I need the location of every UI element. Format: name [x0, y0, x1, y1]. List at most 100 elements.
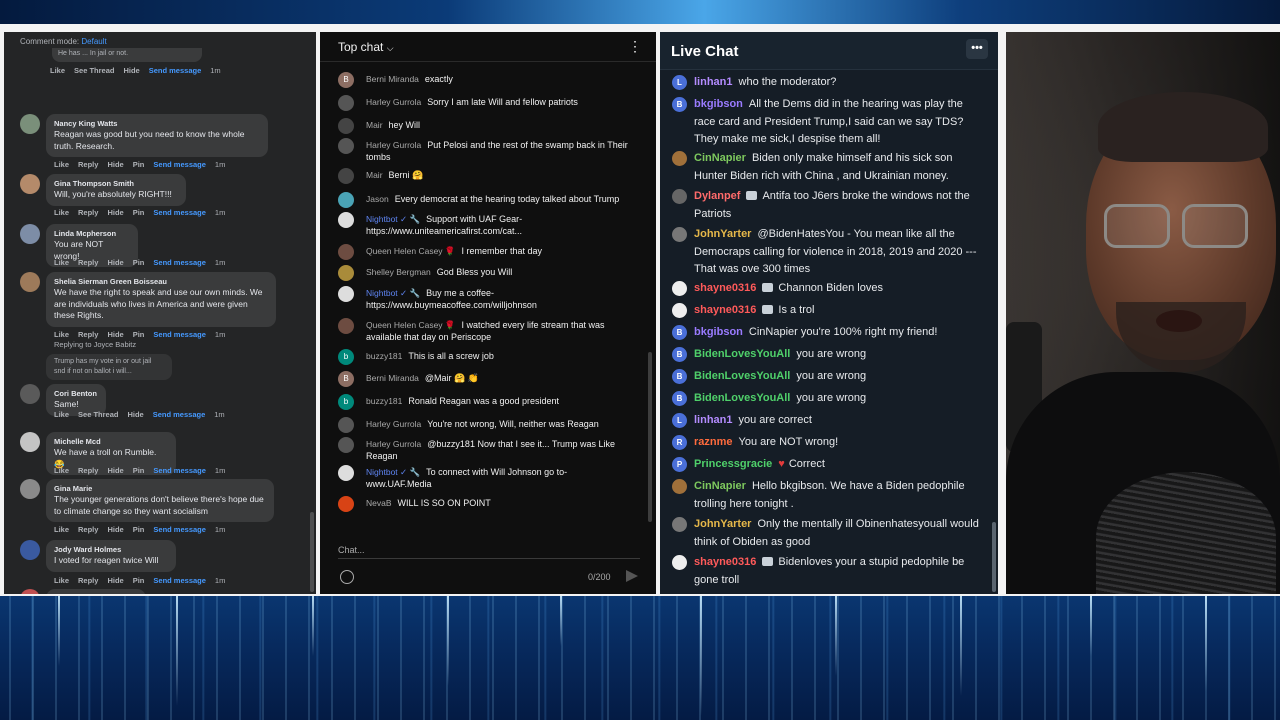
author-name[interactable]: Nightbot ✓ 🔧	[366, 288, 420, 298]
avatar[interactable]	[338, 496, 354, 512]
commenter-name[interactable]: Linda Mcpherson	[54, 228, 130, 239]
avatar[interactable]	[20, 114, 40, 134]
avatar[interactable]	[338, 465, 354, 481]
author-name[interactable]: linhan1	[694, 76, 733, 88]
commenter-name[interactable]: Nancy King Watts	[54, 118, 260, 129]
avatar[interactable]	[672, 479, 687, 494]
reply-link[interactable]: Reply	[78, 466, 98, 475]
hide-link[interactable]: Hide	[107, 525, 123, 534]
avatar[interactable]	[20, 174, 40, 194]
author-name[interactable]: shayne0316	[694, 556, 756, 568]
author-name[interactable]: CinNapier	[694, 152, 746, 164]
author-name[interactable]: bkgibson	[694, 326, 743, 338]
avatar[interactable]: B	[338, 371, 354, 387]
hide-link[interactable]: Hide	[107, 258, 123, 267]
like-link[interactable]: Like	[54, 576, 69, 585]
reply-link[interactable]: Reply	[78, 258, 98, 267]
avatar[interactable]	[20, 540, 40, 560]
send-message-link[interactable]: Send message	[153, 525, 206, 534]
avatar[interactable]	[672, 517, 687, 532]
send-message-link[interactable]: Send message	[153, 330, 206, 339]
commenter-name[interactable]: Jody Ward Holmes	[54, 544, 168, 555]
see-thread-link[interactable]: See Thread	[78, 410, 118, 419]
send-message-link[interactable]: Send message	[153, 208, 206, 217]
pin-link[interactable]: Pin	[133, 160, 145, 169]
avatar[interactable]	[20, 272, 40, 292]
author-name[interactable]: CinNapier	[694, 480, 746, 492]
send-icon[interactable]	[626, 570, 638, 582]
avatar[interactable]: b	[338, 349, 354, 365]
more-options-button[interactable]: •••	[966, 39, 988, 59]
author-name[interactable]: shayne0316	[694, 304, 756, 316]
author-name[interactable]: BidenLovesYouAll	[694, 392, 790, 404]
avatar[interactable]	[338, 95, 354, 111]
like-link[interactable]: Like	[54, 410, 69, 419]
top-chat-dropdown[interactable]: Top chat ⌵	[338, 40, 394, 54]
author-name[interactable]: Harley Gurrola	[366, 140, 421, 150]
like-link[interactable]: Like	[54, 258, 69, 267]
yt-scrollbar[interactable]	[648, 352, 652, 522]
more-vert-icon[interactable]: ⋮	[628, 38, 642, 55]
avatar[interactable]	[20, 432, 40, 452]
avatar[interactable]	[338, 168, 354, 184]
avatar[interactable]	[338, 212, 354, 228]
avatar[interactable]	[338, 265, 354, 281]
avatar[interactable]	[672, 281, 687, 296]
fb-scrollbar[interactable]	[310, 512, 314, 592]
avatar[interactable]	[338, 192, 354, 208]
author-name[interactable]: BidenLovesYouAll	[694, 348, 790, 360]
author-name[interactable]: Jason	[366, 194, 389, 204]
like-link[interactable]: Like	[54, 525, 69, 534]
author-name[interactable]: Dylanpef	[694, 190, 740, 202]
author-name[interactable]: buzzy181	[366, 396, 402, 406]
send-message-link[interactable]: Send message	[153, 466, 206, 475]
author-name[interactable]: BidenLovesYouAll	[694, 370, 790, 382]
commenter-name[interactable]: Cori Benton	[54, 388, 98, 399]
like-link[interactable]: Like	[54, 208, 69, 217]
pin-link[interactable]: Pin	[133, 208, 145, 217]
author-name[interactable]: Harley Gurrola	[366, 97, 421, 107]
reply-link[interactable]: Reply	[78, 208, 98, 217]
avatar[interactable]	[672, 151, 687, 166]
pin-link[interactable]: Pin	[133, 525, 145, 534]
author-name[interactable]: Harley Gurrola	[366, 439, 421, 449]
author-name[interactable]: raznme	[694, 436, 733, 448]
author-name[interactable]: Queen Helen Casey 🌹	[366, 320, 456, 330]
author-name[interactable]: shayne0316	[694, 282, 756, 294]
yt-chat-input[interactable]: Chat...	[338, 545, 365, 555]
avatar[interactable]	[338, 417, 354, 433]
pin-link[interactable]: Pin	[133, 258, 145, 267]
author-name[interactable]: JohnYarter	[694, 228, 751, 240]
hide-link[interactable]: Hide	[107, 330, 123, 339]
commenter-name[interactable]: Patricia Haag-Goode	[54, 593, 138, 594]
send-message-link[interactable]: Send message	[153, 258, 206, 267]
replying-to-label[interactable]: Replying to Joyce Babitz	[54, 340, 136, 349]
commenter-name[interactable]: Gina Thompson Smith	[54, 178, 178, 189]
commenter-name[interactable]: Shelia Sierman Green Boisseau	[54, 276, 268, 287]
author-name[interactable]: Berni Miranda	[366, 74, 419, 84]
send-message-link[interactable]: Send message	[153, 160, 206, 169]
avatar[interactable]	[338, 138, 354, 154]
emoji-icon[interactable]	[340, 570, 354, 584]
author-name[interactable]: Princessgracie	[694, 458, 772, 470]
reply-link[interactable]: Reply	[78, 525, 98, 534]
author-name[interactable]: buzzy181	[366, 351, 402, 361]
avatar[interactable]	[672, 227, 687, 242]
author-name[interactable]: Mair	[366, 170, 383, 180]
author-name[interactable]: Nightbot ✓ 🔧	[366, 467, 420, 477]
avatar[interactable]	[338, 286, 354, 302]
see-thread-link[interactable]: See Thread	[74, 66, 114, 75]
author-name[interactable]: Mair	[366, 120, 383, 130]
author-name[interactable]: linhan1	[694, 414, 733, 426]
avatar[interactable]	[338, 118, 354, 134]
reply-link[interactable]: Reply	[78, 330, 98, 339]
author-name[interactable]: Berni Miranda	[366, 373, 419, 383]
author-name[interactable]: JohnYarter	[694, 518, 751, 530]
avatar[interactable]: B	[672, 391, 687, 406]
like-link[interactable]: Like	[54, 330, 69, 339]
author-name[interactable]: Nightbot ✓ 🔧	[366, 214, 420, 224]
avatar[interactable]	[672, 555, 687, 570]
avatar[interactable]: B	[672, 325, 687, 340]
author-name[interactable]: bkgibson	[694, 98, 743, 110]
avatar[interactable]: B	[672, 347, 687, 362]
